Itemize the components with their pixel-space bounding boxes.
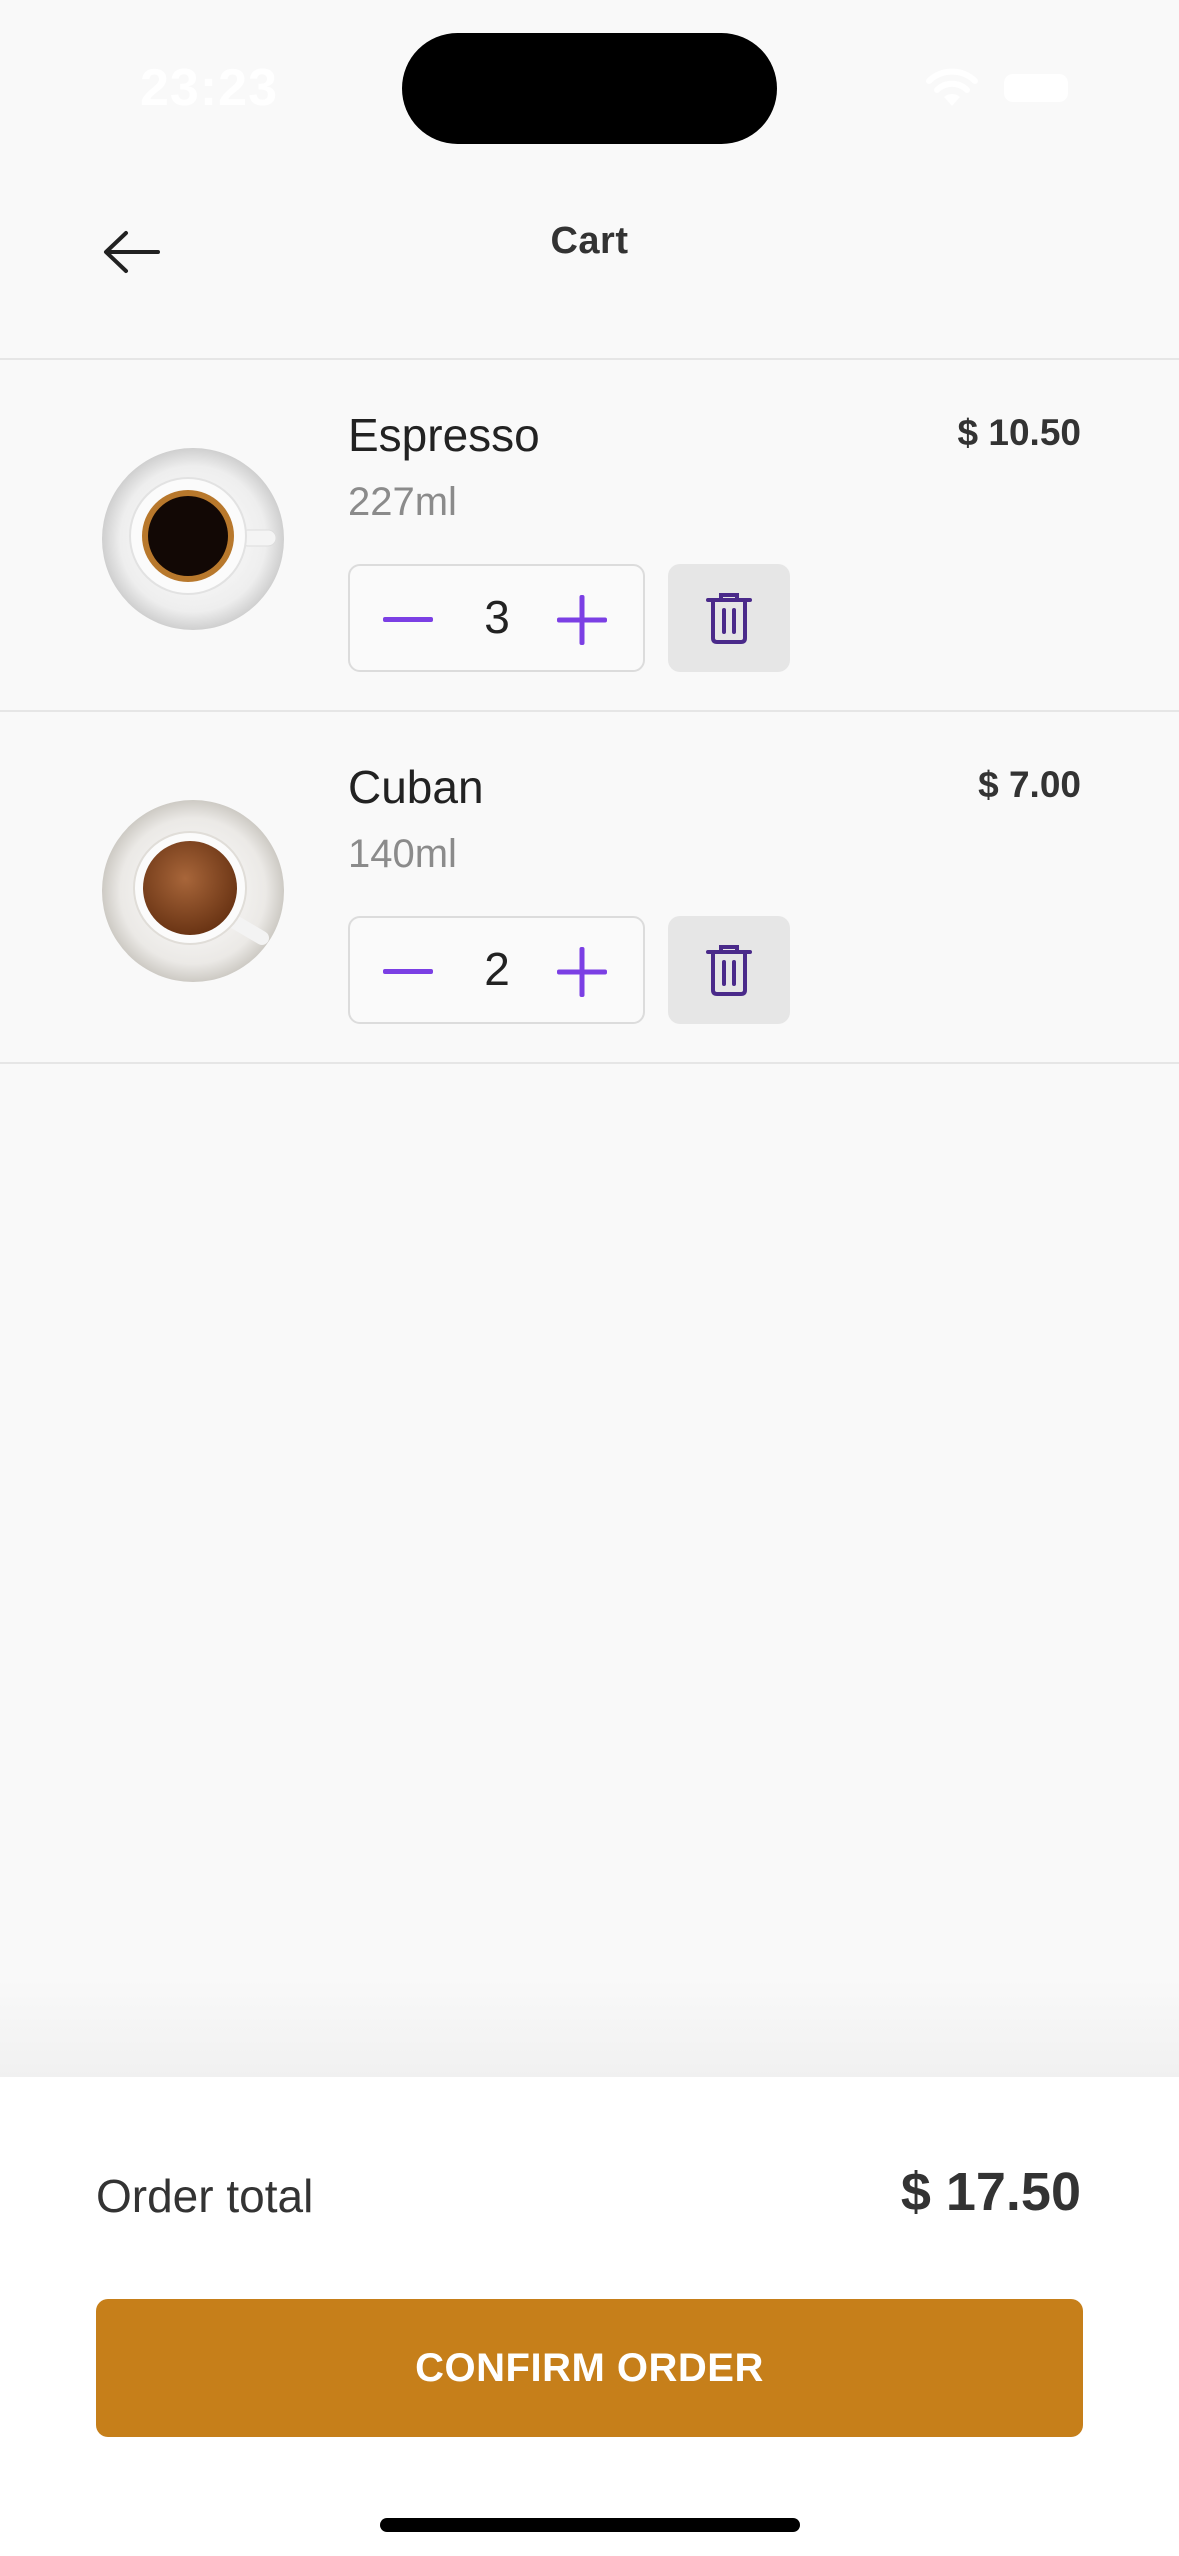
plus-icon — [557, 595, 607, 645]
dynamic-island — [402, 33, 777, 144]
increase-quantity-button[interactable] — [554, 592, 610, 648]
cart-screen: 23:23 Cart Espresso 227ml $ 10.50 3 Cuba… — [0, 0, 1179, 2556]
order-total-label: Order total — [96, 2170, 314, 2222]
trash-icon — [706, 945, 752, 996]
minus-icon — [383, 617, 433, 622]
delete-item-button[interactable] — [668, 916, 790, 1024]
item-volume: 140ml — [348, 832, 457, 876]
cart-item: Espresso 227ml $ 10.50 3 — [0, 362, 1179, 712]
quantity-value: 3 — [484, 591, 510, 643]
order-summary-panel: Order total $ 17.50 CONFIRM ORDER — [0, 2077, 1179, 2556]
confirm-order-button[interactable]: CONFIRM ORDER — [96, 2299, 1083, 2437]
item-price: $ 7.00 — [978, 764, 1081, 805]
minus-icon — [383, 969, 433, 974]
cuban-coffee-cup-image — [102, 800, 284, 982]
plus-icon — [557, 947, 607, 997]
decrease-quantity-button[interactable] — [380, 946, 436, 998]
header: Cart — [0, 170, 1179, 360]
item-name: Cuban — [348, 761, 484, 813]
bottom-shadow — [0, 1980, 1179, 2080]
quantity-value: 2 — [484, 943, 510, 995]
home-indicator[interactable] — [380, 2518, 800, 2532]
status-bar: 23:23 — [0, 0, 1179, 170]
item-volume: 227ml — [348, 480, 457, 524]
increase-quantity-button[interactable] — [554, 944, 610, 1000]
quantity-stepper: 2 — [348, 916, 645, 1024]
status-time: 23:23 — [140, 59, 278, 117]
page-title: Cart — [550, 220, 629, 262]
trash-icon — [706, 593, 752, 644]
cart-item: Cuban 140ml $ 7.00 2 — [0, 714, 1179, 1064]
delete-item-button[interactable] — [668, 564, 790, 672]
espresso-cup-image — [102, 448, 284, 630]
quantity-stepper: 3 — [348, 564, 645, 672]
order-total-value: $ 17.50 — [900, 2162, 1081, 2222]
decrease-quantity-button[interactable] — [380, 594, 436, 646]
wifi-icon — [926, 68, 978, 106]
battery-icon — [1004, 74, 1068, 102]
item-price: $ 10.50 — [957, 412, 1081, 453]
item-name: Espresso — [348, 409, 540, 461]
